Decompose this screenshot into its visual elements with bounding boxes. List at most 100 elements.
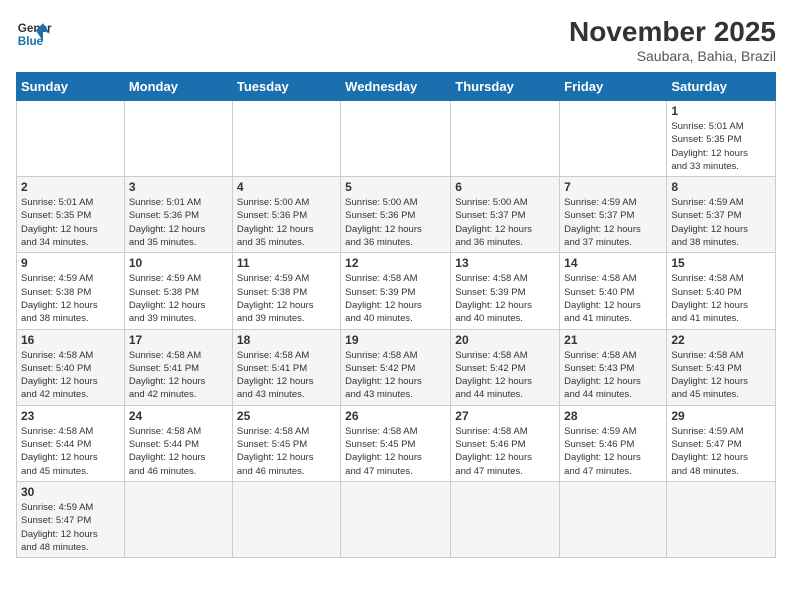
calendar-cell: 23Sunrise: 4:58 AM Sunset: 5:44 PM Dayli…: [17, 405, 125, 481]
calendar-cell: 9 Sunrise: 4:59 AM Sunset: 5:38 PM Daylig…: [17, 253, 125, 329]
calendar-week-row: 23 Sunrise: 4:58 AM Sunset: 5:44 PM Dayli…: [17, 405, 776, 481]
calendar-cell: [124, 481, 232, 557]
day-number: 13: [455, 256, 555, 270]
day-number: 22: [671, 333, 771, 347]
day-info: Sunrise: 4:58 AM Sunset: 5:42 PM Dayligh…: [455, 349, 555, 402]
calendar-week-row: 16Sunrise: 4:58 AM Sunset: 5:40 PM Dayli…: [17, 329, 776, 405]
calendar-cell: [341, 101, 451, 177]
weekday-header: Wednesday: [341, 73, 451, 101]
day-info: Sunrise: 5:01 AM Sunset: 5:35 PM Dayligh…: [21, 196, 120, 249]
day-number: 23: [21, 409, 120, 423]
day-number: 25: [237, 409, 336, 423]
day-info: Sunrise: 4:58 AM Sunset: 5:45 PM Dayligh…: [237, 425, 336, 478]
title-block: November 2025 Saubara, Bahia, Brazil: [569, 16, 776, 64]
day-info: Sunrise: 4:59 AM Sunset: 5:38 PM Dayligh…: [237, 272, 336, 325]
page-header: General Blue November 2025 Saubara, Bahi…: [16, 16, 776, 64]
calendar-cell: 11 Sunrise: 4:59 AM Sunset: 5:38 PM Dayli…: [232, 253, 340, 329]
calendar-cell: [451, 101, 560, 177]
calendar-week-row: 30 Sunrise: 4:59 AM Sunset: 5:47 PM Dayli…: [17, 481, 776, 557]
day-info: Sunrise: 4:58 AM Sunset: 5:42 PM Dayligh…: [345, 349, 446, 402]
calendar-cell: 19 Sunrise: 4:58 AM Sunset: 5:42 PM Dayli…: [341, 329, 451, 405]
day-info: Sunrise: 4:58 AM Sunset: 5:41 PM Dayligh…: [237, 349, 336, 402]
day-number: 17: [129, 333, 228, 347]
day-number: 29: [671, 409, 771, 423]
day-info: Sunrise: 5:01 AM Sunset: 5:35 PM Dayligh…: [671, 120, 771, 173]
logo: General Blue: [16, 16, 52, 52]
svg-text:General: General: [18, 22, 52, 35]
day-number: 27: [455, 409, 555, 423]
location: Saubara, Bahia, Brazil: [569, 48, 776, 64]
day-number: 19: [345, 333, 446, 347]
day-info: Sunrise: 5:00 AM Sunset: 5:37 PM Dayligh…: [455, 196, 555, 249]
weekday-header: Friday: [560, 73, 667, 101]
calendar-cell: 5 Sunrise: 5:00 AM Sunset: 5:36 PM Daylig…: [341, 177, 451, 253]
day-number: 9: [21, 256, 120, 270]
calendar-cell: 18 Sunrise: 4:58 AM Sunset: 5:41 PM Dayli…: [232, 329, 340, 405]
day-info: Sunrise: 5:00 AM Sunset: 5:36 PM Dayligh…: [237, 196, 336, 249]
calendar-cell: 13 Sunrise: 4:58 AM Sunset: 5:39 PM Dayli…: [451, 253, 560, 329]
day-info: Sunrise: 4:59 AM Sunset: 5:47 PM Dayligh…: [21, 501, 120, 554]
day-info: Sunrise: 4:59 AM Sunset: 5:37 PM Dayligh…: [671, 196, 771, 249]
day-number: 10: [129, 256, 228, 270]
calendar-cell: 24 Sunrise: 4:58 AM Sunset: 5:44 PM Dayli…: [124, 405, 232, 481]
calendar-cell: [667, 481, 776, 557]
calendar-cell: [232, 101, 340, 177]
calendar-table: SundayMondayTuesdayWednesdayThursdayFrid…: [16, 72, 776, 558]
weekday-header-row: SundayMondayTuesdayWednesdayThursdayFrid…: [17, 73, 776, 101]
calendar-cell: [560, 101, 667, 177]
day-info: Sunrise: 4:58 AM Sunset: 5:43 PM Dayligh…: [564, 349, 662, 402]
day-number: 21: [564, 333, 662, 347]
day-number: 26: [345, 409, 446, 423]
calendar-week-row: 1 Sunrise: 5:01 AM Sunset: 5:35 PM Daylig…: [17, 101, 776, 177]
calendar-cell: [17, 101, 125, 177]
day-info: Sunrise: 4:59 AM Sunset: 5:37 PM Dayligh…: [564, 196, 662, 249]
calendar-cell: [560, 481, 667, 557]
day-info: Sunrise: 4:58 AM Sunset: 5:39 PM Dayligh…: [455, 272, 555, 325]
day-number: 18: [237, 333, 336, 347]
calendar-cell: 15Sunrise: 4:58 AM Sunset: 5:40 PM Dayli…: [667, 253, 776, 329]
day-info: Sunrise: 4:58 AM Sunset: 5:39 PM Dayligh…: [345, 272, 446, 325]
weekday-header: Tuesday: [232, 73, 340, 101]
month-title: November 2025: [569, 16, 776, 48]
day-number: 5: [345, 180, 446, 194]
calendar-cell: 1 Sunrise: 5:01 AM Sunset: 5:35 PM Daylig…: [667, 101, 776, 177]
calendar-week-row: 2 Sunrise: 5:01 AM Sunset: 5:35 PM Daylig…: [17, 177, 776, 253]
svg-text:Blue: Blue: [18, 35, 44, 48]
weekday-header: Thursday: [451, 73, 560, 101]
day-number: 15: [671, 256, 771, 270]
calendar-cell: 3 Sunrise: 5:01 AM Sunset: 5:36 PM Daylig…: [124, 177, 232, 253]
day-number: 24: [129, 409, 228, 423]
day-info: Sunrise: 4:59 AM Sunset: 5:38 PM Dayligh…: [21, 272, 120, 325]
logo-icon: General Blue: [16, 16, 52, 52]
day-number: 28: [564, 409, 662, 423]
day-info: Sunrise: 5:01 AM Sunset: 5:36 PM Dayligh…: [129, 196, 228, 249]
day-number: 1: [671, 104, 771, 118]
calendar-week-row: 9 Sunrise: 4:59 AM Sunset: 5:38 PM Daylig…: [17, 253, 776, 329]
calendar-cell: 17 Sunrise: 4:58 AM Sunset: 5:41 PM Dayli…: [124, 329, 232, 405]
day-number: 6: [455, 180, 555, 194]
calendar-cell: 6 Sunrise: 5:00 AM Sunset: 5:37 PM Daylig…: [451, 177, 560, 253]
day-number: 2: [21, 180, 120, 194]
calendar-cell: 28 Sunrise: 4:59 AM Sunset: 5:46 PM Dayli…: [560, 405, 667, 481]
calendar-cell: 2 Sunrise: 5:01 AM Sunset: 5:35 PM Daylig…: [17, 177, 125, 253]
calendar-cell: 4Sunrise: 5:00 AM Sunset: 5:36 PM Daylig…: [232, 177, 340, 253]
calendar-cell: 27 Sunrise: 4:58 AM Sunset: 5:46 PM Dayli…: [451, 405, 560, 481]
day-number: 30: [21, 485, 120, 499]
day-info: Sunrise: 5:00 AM Sunset: 5:36 PM Dayligh…: [345, 196, 446, 249]
day-info: Sunrise: 4:58 AM Sunset: 5:43 PM Dayligh…: [671, 349, 771, 402]
day-info: Sunrise: 4:59 AM Sunset: 5:46 PM Dayligh…: [564, 425, 662, 478]
weekday-header: Saturday: [667, 73, 776, 101]
day-info: Sunrise: 4:58 AM Sunset: 5:41 PM Dayligh…: [129, 349, 228, 402]
day-info: Sunrise: 4:58 AM Sunset: 5:44 PM Dayligh…: [129, 425, 228, 478]
calendar-cell: 20Sunrise: 4:58 AM Sunset: 5:42 PM Dayli…: [451, 329, 560, 405]
calendar-cell: 7Sunrise: 4:59 AM Sunset: 5:37 PM Daylig…: [560, 177, 667, 253]
calendar-cell: 22 Sunrise: 4:58 AM Sunset: 5:43 PM Dayli…: [667, 329, 776, 405]
weekday-header: Sunday: [17, 73, 125, 101]
calendar-cell: [451, 481, 560, 557]
calendar-cell: 26Sunrise: 4:58 AM Sunset: 5:45 PM Dayli…: [341, 405, 451, 481]
day-number: 3: [129, 180, 228, 194]
day-info: Sunrise: 4:58 AM Sunset: 5:40 PM Dayligh…: [564, 272, 662, 325]
day-number: 11: [237, 256, 336, 270]
day-info: Sunrise: 4:58 AM Sunset: 5:40 PM Dayligh…: [21, 349, 120, 402]
day-info: Sunrise: 4:58 AM Sunset: 5:46 PM Dayligh…: [455, 425, 555, 478]
